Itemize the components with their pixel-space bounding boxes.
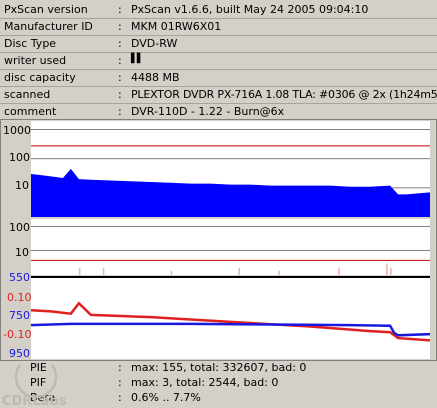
beta-ytick: -0.10 xyxy=(3,328,32,341)
pif-plot-area xyxy=(31,219,430,275)
info-colon: : xyxy=(118,37,122,50)
pif-bar xyxy=(338,267,340,275)
info-label: writer used xyxy=(4,54,67,67)
summary-value: max: 155, total: 332607, bad: 0 xyxy=(131,361,307,374)
pie-ytick: 10 xyxy=(15,179,29,192)
info-value: ▌▌ xyxy=(131,54,144,64)
pif-bar xyxy=(386,263,388,275)
jitter-ytick: 550 xyxy=(9,271,30,284)
info-colon: : xyxy=(118,54,122,67)
summary-colon: : xyxy=(118,391,122,404)
pif-bar xyxy=(170,270,173,275)
summary-value: 0.6% .. 7.7% xyxy=(131,391,201,404)
info-label: scanned xyxy=(4,88,51,101)
jitter-plot-area xyxy=(31,277,430,359)
info-value: MKM 01RW6X01 xyxy=(131,20,222,33)
info-row-scanned: scanned : PLEXTOR DVDR PX-716A 1.08 TLA:… xyxy=(0,87,437,103)
jitter-ytick: 750 xyxy=(9,309,30,322)
pie-ytick: 100 xyxy=(9,151,30,164)
scan-graph: 1000 100 10 100 10 550 0.10 750 -0.10 95… xyxy=(0,119,437,361)
info-row-writer: writer used : ▌▌ xyxy=(0,53,437,69)
info-row-capacity: disc capacity : 4488 MB xyxy=(0,70,437,86)
info-colon: : xyxy=(118,71,122,84)
summary-colon: : xyxy=(118,376,122,389)
info-label: disc capacity xyxy=(4,71,76,84)
logo-text: CDRLabs xyxy=(2,394,66,408)
info-colon: : xyxy=(118,88,122,101)
info-value: PxScan v1.6.6, built May 24 2005 09:04:1… xyxy=(131,3,369,16)
pif-ytick: 10 xyxy=(15,246,29,259)
logo-ring xyxy=(14,365,58,399)
pif-ytick: 100 xyxy=(9,221,30,234)
graph-canvas xyxy=(0,119,437,361)
info-label: Disc Type xyxy=(4,37,57,50)
info-value: DVR-110D - 1.22 - Burn@6x xyxy=(131,105,285,118)
pif-bar xyxy=(278,270,280,275)
pif-bar xyxy=(102,267,105,275)
info-value: 4488 MB xyxy=(131,71,180,84)
pif-bar xyxy=(390,267,392,275)
info-colon: : xyxy=(118,20,122,33)
info-row-manufacturer: Manufacturer ID : MKM 01RW6X01 xyxy=(0,19,437,35)
summary-colon: : xyxy=(118,361,122,374)
info-row-disc-type: Disc Type : DVD-RW xyxy=(0,36,437,52)
info-label: comment xyxy=(4,105,57,118)
pif-bar xyxy=(78,267,81,275)
info-colon: : xyxy=(118,105,122,118)
pie-ytick: 1000 xyxy=(3,124,31,137)
pif-bar xyxy=(238,267,240,275)
info-colon: : xyxy=(118,3,122,16)
beta-ytick: 0.10 xyxy=(7,291,32,304)
info-value: PLEXTOR DVDR PX-716A 1.08 TLA: #0306 @ 2… xyxy=(131,88,437,101)
info-label: PxScan version xyxy=(4,3,88,16)
info-row-comment: comment : DVR-110D - 1.22 - Burn@6x xyxy=(0,104,437,120)
info-value: DVD-RW xyxy=(131,37,178,50)
info-row-version: PxScan version : PxScan v1.6.6, built Ma… xyxy=(0,2,437,18)
jitter-ytick: 950 xyxy=(9,347,30,360)
summary-value: max: 3, total: 2544, bad: 0 xyxy=(131,376,279,389)
info-label: Manufacturer ID xyxy=(4,20,93,33)
cdrlabs-logo: CDRLabs xyxy=(2,365,66,408)
